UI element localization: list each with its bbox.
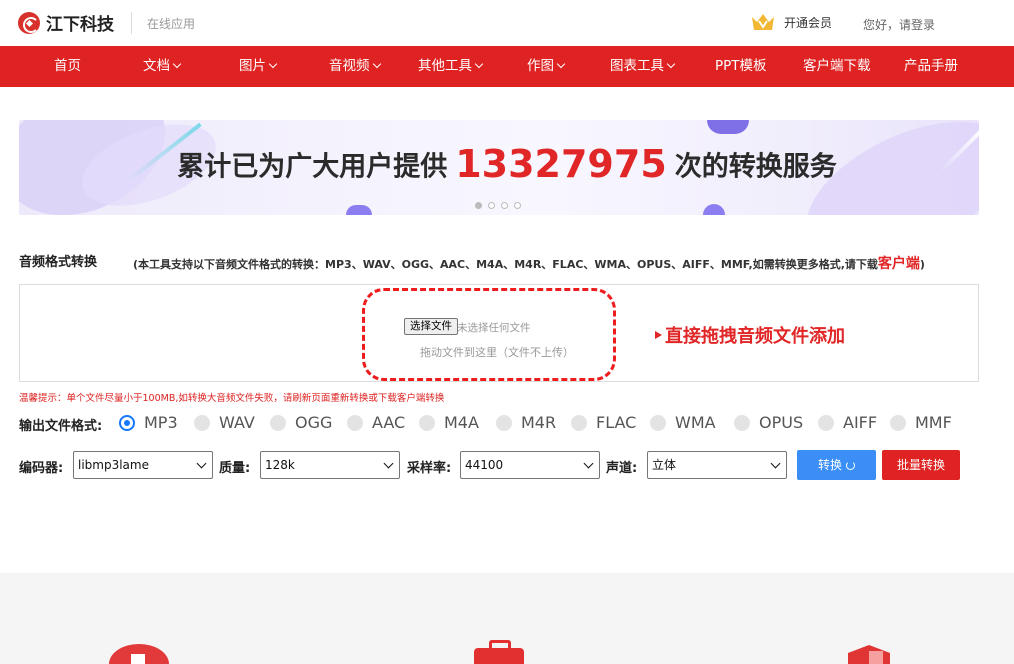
convert-button[interactable]: 转换	[797, 450, 876, 480]
brand-name: 江下科技	[46, 15, 114, 35]
refresh-icon	[846, 461, 855, 470]
batch-convert-button[interactable]: 批量转换	[882, 450, 960, 480]
nav-item-manual[interactable]: 产品手册	[904, 46, 958, 87]
brand-logo[interactable]: 江下科技	[18, 10, 114, 35]
top-header: 江下科技 在线应用 开通会员 您好，请登录	[0, 0, 1014, 46]
chevron-down-icon	[268, 59, 278, 69]
drop-note: 直接拖拽音频文件添加	[655, 322, 845, 348]
tool-description: (本工具支持以下音频文件格式的转换：MP3、WAV、OGG、AAC、M4A、M4…	[133, 256, 925, 272]
briefcase-icon	[474, 640, 524, 664]
quality-label: 质量:	[219, 461, 251, 476]
format-radio-m4a[interactable]: M4A	[419, 413, 479, 432]
arrow-right-icon	[655, 331, 662, 339]
format-radio-aac[interactable]: AAC	[347, 413, 405, 432]
nav-item-images[interactable]: 图片	[239, 46, 278, 87]
nav-item-docs[interactable]: 文档	[143, 46, 182, 87]
banner-headline: 累计已为广大用户提供 13327975 次的转换服务	[177, 142, 837, 186]
nav-item-ppt[interactable]: PPT模板	[715, 46, 767, 87]
main-nav: 首页 文档 图片 音视频 其他工具 作图 图表工具 PPT模板 客户端下载 产品…	[0, 46, 1014, 87]
format-radio-wma[interactable]: WMA	[650, 413, 716, 432]
chevron-down-icon	[196, 458, 207, 469]
nav-item-drawing[interactable]: 作图	[527, 46, 566, 87]
channel-label: 声道:	[606, 461, 638, 476]
encoder-select[interactable]: libmp3lame	[73, 451, 213, 479]
banner-pager	[475, 202, 521, 209]
quality-select[interactable]: 128k	[260, 451, 400, 479]
nav-item-home[interactable]: 首页	[54, 46, 81, 87]
pager-dot[interactable]	[488, 202, 495, 209]
no-file-text: 未选择任何文件	[457, 322, 531, 334]
chevron-down-icon	[770, 458, 781, 469]
chevron-down-icon	[383, 458, 394, 469]
chevron-down-icon	[666, 59, 676, 69]
choose-file-button[interactable]: 选择文件	[404, 318, 458, 335]
warning-text: 温馨提示：单个文件尽量小于100MB,如转换大音频文件失败，请刷新页面重新转换或…	[19, 393, 445, 404]
login-link[interactable]: 您好，请登录	[863, 16, 935, 33]
format-radio-opus[interactable]: OPUS	[734, 413, 803, 432]
nav-item-other-tools[interactable]: 其他工具	[418, 46, 484, 87]
pager-dot[interactable]	[501, 202, 508, 209]
header-divider	[131, 12, 132, 34]
chevron-down-icon	[474, 59, 484, 69]
pager-dot[interactable]	[475, 202, 482, 209]
samplerate-label: 采样率:	[407, 461, 452, 476]
logo-icon	[18, 11, 40, 34]
tool-title: 音频格式转换	[19, 255, 98, 270]
output-format-label: 输出文件格式:	[19, 419, 103, 434]
vip-link[interactable]: 开通会员	[750, 12, 832, 32]
format-radio-mmf[interactable]: MMF	[890, 413, 952, 432]
format-radio-aiff[interactable]: AIFF	[818, 413, 877, 432]
format-radio-m4r[interactable]: M4R	[496, 413, 556, 432]
channel-select[interactable]: 立体	[647, 451, 787, 479]
samplerate-select[interactable]: 44100	[460, 451, 600, 479]
conversion-count: 13327975	[455, 142, 667, 186]
format-radio-wav[interactable]: WAV	[194, 413, 255, 432]
chevron-down-icon	[556, 59, 566, 69]
vip-label: 开通会员	[784, 15, 833, 30]
drag-hint: 拖动文件到这里（文件不上传）	[420, 346, 574, 359]
format-radio-flac[interactable]: FLAC	[571, 413, 636, 432]
client-link[interactable]: 客户端	[878, 256, 920, 272]
format-radio-ogg[interactable]: OGG	[270, 413, 332, 432]
crown-icon	[750, 12, 776, 32]
format-radio-mp3[interactable]: MP3	[119, 413, 178, 432]
chevron-down-icon	[172, 59, 182, 69]
chevron-down-icon	[583, 458, 594, 469]
chevron-down-icon	[372, 59, 381, 69]
encoder-label: 编码器:	[19, 461, 64, 476]
nav-item-av[interactable]: 音视频	[329, 46, 381, 87]
nav-item-chart-tools[interactable]: 图表工具	[610, 46, 676, 87]
pager-dot[interactable]	[514, 202, 521, 209]
nav-item-client-download[interactable]: 客户端下载	[803, 46, 871, 87]
header-subtitle: 在线应用	[147, 17, 196, 31]
